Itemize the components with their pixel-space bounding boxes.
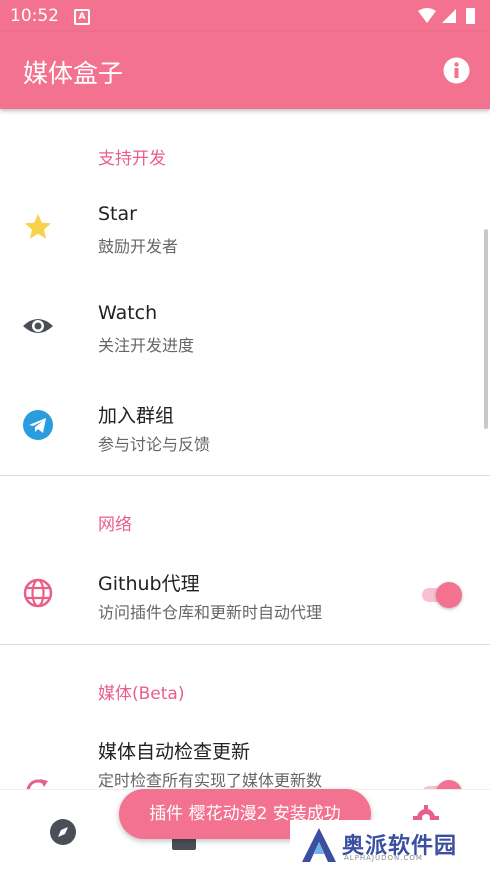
star-icon xyxy=(25,214,51,239)
item-subtitle: 关注开发进度 xyxy=(98,336,195,355)
watermark: 奥派软件园 ALPHAJUDON.COM xyxy=(290,820,490,872)
list-item-watch[interactable]: Watch 关注开发进度 xyxy=(0,280,490,370)
divider xyxy=(0,644,490,645)
item-title: Watch xyxy=(98,302,158,324)
section-title-network: 网络 xyxy=(98,515,132,535)
toggle-thumb xyxy=(436,780,462,789)
app-title: 媒体盒子 xyxy=(23,59,124,88)
app-bar: 媒体盒子 xyxy=(0,32,490,109)
list-item-media-auto-update[interactable]: 媒体自动检查更新 定时检查所有实现了媒体更新数 xyxy=(0,715,490,789)
item-subtitle: 鼓励开发者 xyxy=(98,237,179,256)
github-proxy-toggle[interactable] xyxy=(420,580,464,610)
globe-icon xyxy=(23,578,53,608)
item-subtitle: 参与讨论与反馈 xyxy=(98,435,211,454)
notification-icon: A xyxy=(74,9,90,25)
item-title: Github代理 xyxy=(98,573,200,595)
item-subtitle: 访问插件仓库和更新时自动代理 xyxy=(98,603,323,622)
status-time: 10:52 xyxy=(10,6,59,26)
info-icon[interactable] xyxy=(443,57,470,84)
watermark-subtext: ALPHAJUDON.COM xyxy=(344,854,423,862)
item-title: 加入群组 xyxy=(98,405,175,427)
compass-icon[interactable] xyxy=(49,818,77,846)
list-item-star[interactable]: Star 鼓励开发者 xyxy=(0,181,490,271)
settings-list[interactable]: 支持开发 Star 鼓励开发者 Watch 关注开发进度 加入群组 参与讨论与反… xyxy=(0,109,490,789)
section-title-media: 媒体(Beta) xyxy=(98,684,185,704)
media-auto-update-toggle[interactable] xyxy=(420,778,464,789)
item-subtitle: 定时检查所有实现了媒体更新数 xyxy=(98,771,323,789)
refresh-icon xyxy=(26,779,48,789)
eye-icon xyxy=(23,319,53,333)
divider xyxy=(0,475,490,476)
watermark-logo-icon xyxy=(302,828,336,862)
list-item-join-group[interactable]: 加入群组 参与讨论与反馈 xyxy=(0,379,490,469)
system-status-icons xyxy=(418,8,475,24)
scrollbar[interactable] xyxy=(484,229,488,429)
item-title: 媒体自动检查更新 xyxy=(98,741,251,763)
toggle-thumb xyxy=(436,582,462,608)
telegram-icon xyxy=(23,410,53,440)
status-bar: 10:52 A xyxy=(0,0,490,32)
item-title: Star xyxy=(98,203,137,225)
section-title-support: 支持开发 xyxy=(98,149,166,169)
list-item-github-proxy[interactable]: Github代理 访问插件仓库和更新时自动代理 xyxy=(0,547,490,637)
